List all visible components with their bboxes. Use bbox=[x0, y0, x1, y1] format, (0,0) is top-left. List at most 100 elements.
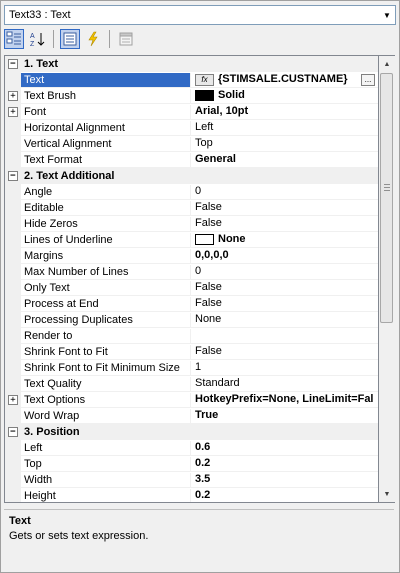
property-name: Text Options bbox=[21, 392, 191, 408]
property-value[interactable]: General bbox=[191, 152, 378, 168]
sort-az-icon: A Z bbox=[30, 33, 45, 47]
property-name: Only Text bbox=[21, 280, 191, 296]
scroll-up-icon[interactable]: ▲ bbox=[379, 56, 395, 72]
property-value[interactable]: False bbox=[191, 200, 378, 216]
property-name: Top bbox=[21, 456, 191, 472]
property-toolbar: A Z bbox=[4, 27, 396, 51]
property-name: Shrink Font to Fit Minimum Size bbox=[21, 360, 191, 376]
expression-icon[interactable]: fx bbox=[195, 73, 214, 86]
property-name: Max Number of Lines bbox=[21, 264, 191, 280]
description-title: Text bbox=[9, 515, 31, 527]
categorized-view-button[interactable] bbox=[4, 29, 24, 49]
property-value[interactable]: Standard bbox=[191, 376, 378, 392]
property-value[interactable]: 3.5 bbox=[191, 472, 378, 488]
property-pages-button[interactable] bbox=[116, 29, 136, 49]
category-text[interactable]: − 1. Text bbox=[5, 56, 378, 72]
property-value[interactable]: 0,0,0,0 bbox=[191, 248, 378, 264]
property-value[interactable]: False bbox=[191, 344, 378, 360]
property-value[interactable]: 0.6 bbox=[191, 440, 378, 456]
property-name: Editable bbox=[21, 200, 191, 216]
category-text-additional[interactable]: − 2. Text Additional bbox=[5, 168, 378, 184]
property-value[interactable]: HotkeyPrefix=None, LineLimit=Fal bbox=[191, 392, 378, 408]
property-row-horizontal-alignment[interactable]: Horizontal Alignment Left bbox=[5, 120, 378, 136]
properties-button[interactable] bbox=[60, 29, 80, 49]
collapse-icon[interactable]: − bbox=[8, 59, 18, 69]
property-name: Font bbox=[21, 104, 191, 120]
property-value[interactable]: False bbox=[191, 296, 378, 312]
svg-text:A: A bbox=[30, 33, 35, 40]
property-value[interactable]: False bbox=[191, 216, 378, 232]
property-name: Text Quality bbox=[21, 376, 191, 392]
events-button[interactable] bbox=[83, 29, 103, 49]
property-row-shrink-font-minimum-size[interactable]: Shrink Font to Fit Minimum Size 1 bbox=[5, 360, 378, 376]
property-row-text-quality[interactable]: Text Quality Standard bbox=[5, 376, 378, 392]
property-name: Vertical Alignment bbox=[21, 136, 191, 152]
property-row-text[interactable]: Text fx {STIMSALE.CUSTNAME} ... bbox=[5, 72, 378, 88]
property-row-text-format[interactable]: Text Format General bbox=[5, 152, 378, 168]
categorized-icon bbox=[6, 31, 21, 45]
property-row-only-text[interactable]: Only Text False bbox=[5, 280, 378, 296]
expand-icon[interactable]: + bbox=[8, 107, 18, 117]
property-row-lines-of-underline[interactable]: Lines of Underline None bbox=[5, 232, 378, 248]
property-row-hide-zeros[interactable]: Hide Zeros False bbox=[5, 216, 378, 232]
property-name: Hide Zeros bbox=[21, 216, 191, 232]
expand-icon[interactable]: + bbox=[8, 91, 18, 101]
property-row-max-number-of-lines[interactable]: Max Number of Lines 0 bbox=[5, 264, 378, 280]
description-pane: Text Gets or sets text expression. bbox=[4, 509, 394, 570]
property-value[interactable]: False bbox=[191, 280, 378, 296]
property-row-font[interactable]: + Font Arial, 10pt bbox=[5, 104, 378, 120]
property-name: Render to bbox=[21, 328, 191, 344]
ellipsis-button[interactable]: ... bbox=[361, 73, 375, 86]
collapse-icon[interactable]: − bbox=[8, 171, 18, 181]
category-label: 1. Text bbox=[24, 58, 59, 70]
property-value[interactable]: Top bbox=[191, 136, 378, 152]
toolbar-separator bbox=[53, 30, 54, 48]
scroll-down-icon[interactable]: ▼ bbox=[379, 486, 395, 502]
property-row-height[interactable]: Height 0.2 bbox=[5, 488, 378, 502]
property-name: Horizontal Alignment bbox=[21, 120, 191, 136]
property-row-render-to[interactable]: Render to bbox=[5, 328, 378, 344]
property-row-vertical-alignment[interactable]: Vertical Alignment Top bbox=[5, 136, 378, 152]
property-row-text-options[interactable]: + Text Options HotkeyPrefix=None, LineLi… bbox=[5, 392, 378, 408]
property-value[interactable]: 0 bbox=[191, 264, 378, 280]
property-value[interactable] bbox=[191, 328, 378, 344]
property-row-top[interactable]: Top 0.2 bbox=[5, 456, 378, 472]
alphabetical-sort-button[interactable]: A Z bbox=[27, 29, 47, 49]
property-value[interactable]: Arial, 10pt bbox=[191, 104, 378, 120]
property-row-shrink-font-to-fit[interactable]: Shrink Font to Fit False bbox=[5, 344, 378, 360]
property-value[interactable]: 0 bbox=[191, 184, 378, 200]
description-text: Gets or sets text expression. bbox=[9, 530, 149, 542]
properties-list-icon bbox=[63, 32, 77, 46]
object-selector-dropdown[interactable]: Text33 : Text ▼ bbox=[4, 5, 396, 25]
property-name: Text bbox=[21, 72, 191, 88]
property-value: None bbox=[218, 233, 246, 245]
property-row-left[interactable]: Left 0.6 bbox=[5, 440, 378, 456]
vertical-scrollbar[interactable]: ▲ ▼ bbox=[379, 55, 395, 503]
property-row-margins[interactable]: Margins 0,0,0,0 bbox=[5, 248, 378, 264]
property-row-editable[interactable]: Editable False bbox=[5, 200, 378, 216]
property-name: Text Format bbox=[21, 152, 191, 168]
property-row-process-at-end[interactable]: Process at End False bbox=[5, 296, 378, 312]
property-pages-icon bbox=[119, 32, 133, 46]
property-name: Processing Duplicates bbox=[21, 312, 191, 328]
property-name: Height bbox=[21, 488, 191, 502]
property-value[interactable]: 0.2 bbox=[191, 456, 378, 472]
property-row-width[interactable]: Width 3.5 bbox=[5, 472, 378, 488]
property-row-text-brush[interactable]: + Text Brush Solid bbox=[5, 88, 378, 104]
property-row-word-wrap[interactable]: Word Wrap True bbox=[5, 408, 378, 424]
scrollbar-thumb[interactable] bbox=[380, 73, 393, 323]
property-name: Lines of Underline bbox=[21, 232, 191, 248]
category-position[interactable]: − 3. Position bbox=[5, 424, 378, 440]
property-value[interactable]: None bbox=[191, 312, 378, 328]
lightning-icon bbox=[88, 31, 98, 47]
collapse-icon[interactable]: − bbox=[8, 427, 18, 437]
category-label: 2. Text Additional bbox=[24, 170, 115, 182]
property-row-processing-duplicates[interactable]: Processing Duplicates None bbox=[5, 312, 378, 328]
property-value[interactable]: 1 bbox=[191, 360, 378, 376]
property-value[interactable]: True bbox=[191, 408, 378, 424]
property-value[interactable]: Left bbox=[191, 120, 378, 136]
expand-icon[interactable]: + bbox=[8, 395, 18, 405]
chevron-down-icon[interactable]: ▼ bbox=[379, 6, 395, 24]
property-value[interactable]: 0.2 bbox=[191, 488, 378, 502]
property-row-angle[interactable]: Angle 0 bbox=[5, 184, 378, 200]
